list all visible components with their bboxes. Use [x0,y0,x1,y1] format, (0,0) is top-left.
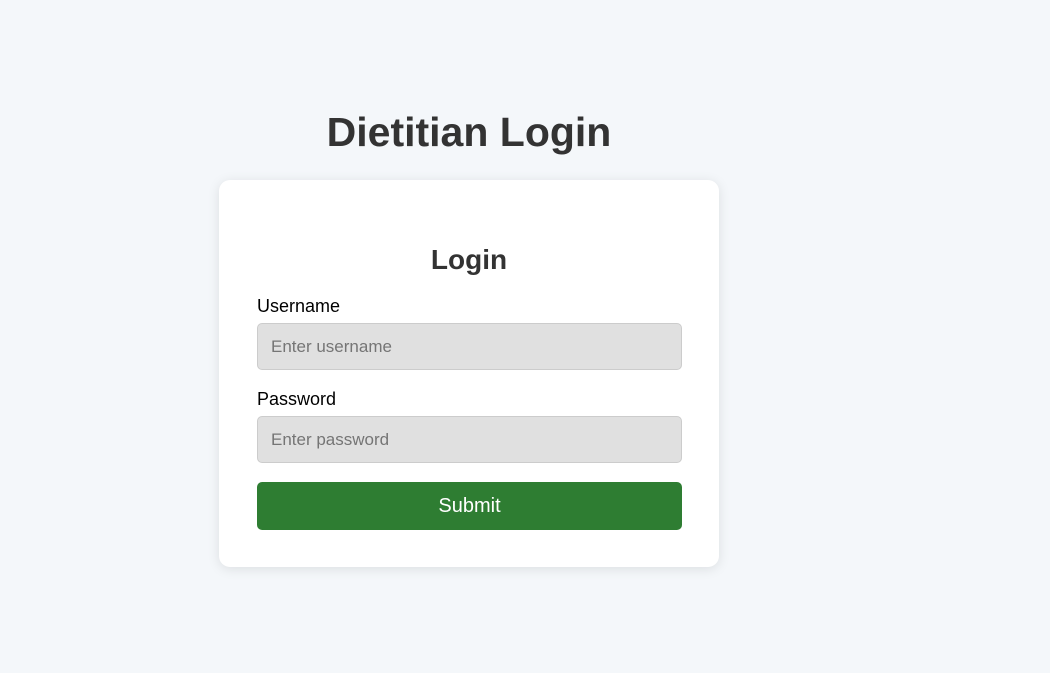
username-label: Username [257,296,341,316]
page-title: Dietitian Login [326,109,612,155]
password-label: Password [257,389,337,409]
submit-button[interactable]: Submit [257,482,682,530]
login-card-title: Login [430,244,508,275]
login-card: Login Username Password Submit [219,180,719,567]
username-input[interactable] [257,323,682,370]
password-input[interactable] [257,416,682,463]
